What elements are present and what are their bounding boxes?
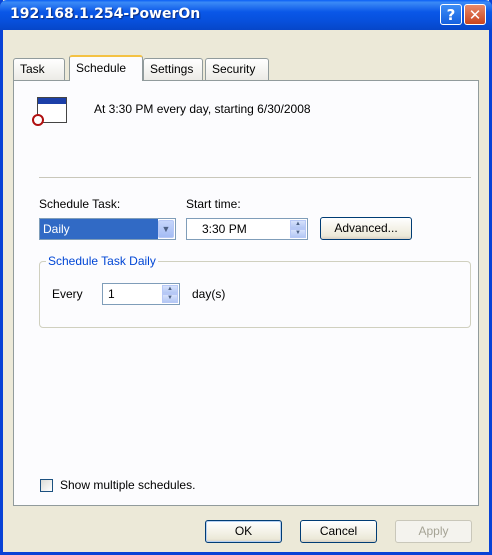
clock-icon (32, 114, 44, 126)
show-multiple-label[interactable]: Show multiple schedules. (60, 478, 195, 492)
spin-up-icon[interactable]: ▲ (290, 220, 306, 229)
separator (39, 177, 471, 178)
window-title: 192.168.1.254-PowerOn (10, 6, 201, 22)
group-legend: Schedule Task Daily (46, 254, 158, 268)
task-properties-dialog: 192.168.1.254-PowerOn ? ✕ Task Schedule … (0, 0, 492, 555)
days-unit-label: day(s) (192, 287, 226, 301)
start-time-label: Start time: (186, 197, 241, 211)
tab-settings[interactable]: Settings (143, 58, 203, 80)
apply-button[interactable]: Apply (395, 520, 472, 543)
spin-up-icon[interactable]: ▲ (162, 285, 178, 294)
schedule-task-select[interactable]: Daily ▼ (39, 218, 176, 240)
spin-down-icon[interactable]: ▼ (290, 229, 306, 238)
schedule-daily-group: Schedule Task Daily Every 1 ▲ ▼ day(s) (39, 254, 471, 328)
schedule-task-label: Schedule Task: (39, 197, 121, 211)
schedule-summary: At 3:30 PM every day, starting 6/30/2008 (94, 102, 311, 116)
every-days-input[interactable]: 1 ▲ ▼ (102, 283, 180, 305)
chevron-down-icon[interactable]: ▼ (158, 220, 174, 238)
start-time-spinner[interactable]: ▲ ▼ (290, 220, 306, 238)
show-multiple-checkbox[interactable] (40, 479, 53, 492)
tab-schedule[interactable]: Schedule (69, 55, 143, 81)
schedule-panel: At 3:30 PM every day, starting 6/30/2008… (13, 80, 479, 506)
every-label: Every (52, 287, 83, 301)
schedule-task-value: Daily (40, 219, 158, 239)
cancel-button[interactable]: Cancel (300, 520, 377, 543)
start-time-input[interactable]: 3:30 PM ▲ ▼ (186, 218, 308, 240)
close-button[interactable]: ✕ (464, 4, 486, 25)
ok-button[interactable]: OK (205, 520, 282, 543)
spin-down-icon[interactable]: ▼ (162, 294, 178, 303)
title-bar[interactable]: 192.168.1.254-PowerOn ? ✕ (0, 0, 492, 30)
help-button[interactable]: ? (440, 4, 462, 25)
tab-security[interactable]: Security (205, 58, 269, 80)
schedule-icon (32, 97, 67, 126)
advanced-button[interactable]: Advanced... (320, 217, 412, 240)
every-days-spinner[interactable]: ▲ ▼ (162, 285, 178, 303)
start-time-value: 3:30 PM (202, 222, 247, 236)
every-days-value: 1 (108, 287, 115, 301)
tab-task[interactable]: Task (13, 58, 65, 80)
